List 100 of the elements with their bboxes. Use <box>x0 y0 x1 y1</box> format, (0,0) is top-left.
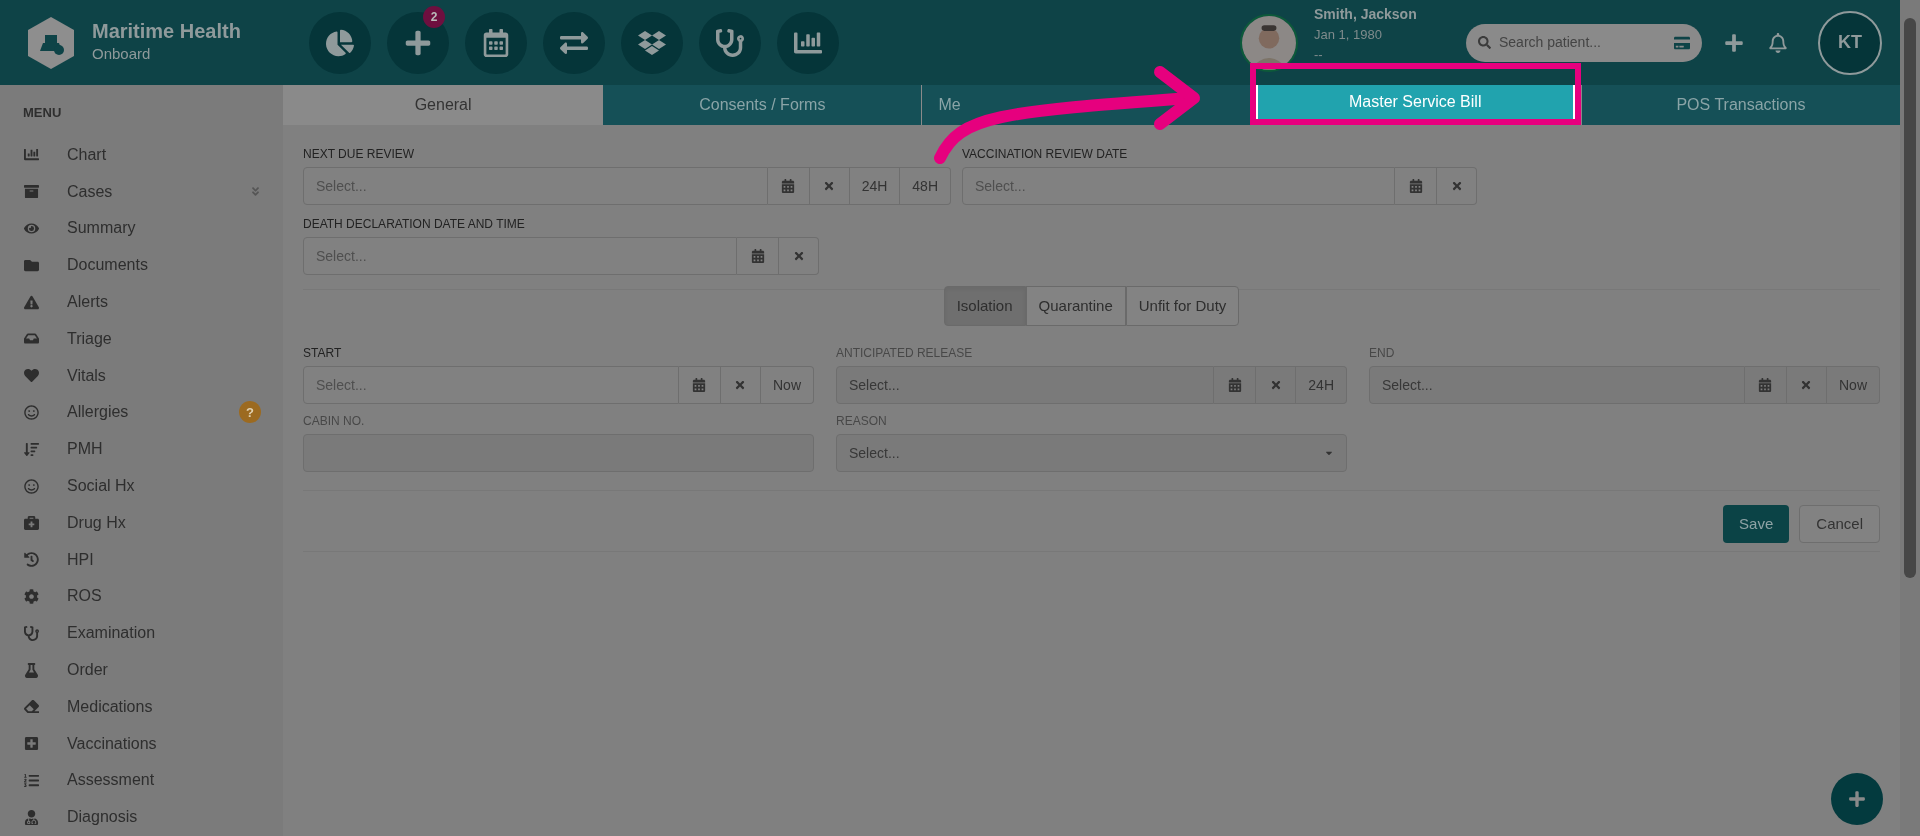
calendar-icon <box>1408 179 1423 193</box>
scrollbar[interactable] <box>1900 0 1920 836</box>
sidebar-item[interactable]: PMH <box>0 430 283 468</box>
smile-icon <box>24 478 39 494</box>
sidebar-item-label: Summary <box>67 218 137 239</box>
menu-title: MENU <box>23 104 63 122</box>
sidebar-item[interactable]: Vaccinations <box>0 725 283 763</box>
clear-button[interactable] <box>1256 366 1297 404</box>
card-icon <box>1674 34 1690 51</box>
sidebar-item-label: Vaccinations <box>67 733 158 754</box>
sidebar-item[interactable]: Drug Hx <box>0 504 283 542</box>
medical-kit-icon <box>24 515 39 531</box>
calendar-button[interactable] <box>1745 366 1787 404</box>
sidebar-item[interactable]: Chart <box>0 136 283 174</box>
app-subtitle: Onboard <box>92 44 152 65</box>
sidebar-item[interactable]: Allergies ? <box>0 394 283 431</box>
sidebar-item[interactable]: Alerts <box>0 283 283 321</box>
sidebar-item[interactable]: HPI <box>0 541 283 579</box>
calendar-button[interactable] <box>767 167 810 205</box>
sidebar-item-label: Alerts <box>67 292 109 313</box>
sidebar-item-label: Vitals <box>67 365 107 386</box>
sidebar-item[interactable]: Examination <box>0 614 283 652</box>
field-label: END <box>1369 345 1396 362</box>
quick-time-button[interactable]: 24H <box>849 167 901 205</box>
clear-button[interactable] <box>1787 366 1827 404</box>
calendar-icon <box>750 249 765 263</box>
notification-badge: 2 <box>423 5 445 28</box>
calendar-icon <box>482 28 510 57</box>
sidebar-item-label: HPI <box>67 549 95 570</box>
save-button[interactable]: Save <box>1723 505 1790 543</box>
sidebar-item-label: Chart <box>67 144 108 165</box>
sidebar-item-label: Order <box>67 660 109 681</box>
stethoscope-icon <box>716 28 744 57</box>
help-badge: ? <box>239 401 261 424</box>
calendar-icon <box>1227 378 1242 392</box>
sidebar-item[interactable]: Assessment <box>0 762 283 799</box>
expand-icon[interactable] <box>250 186 261 198</box>
close-icon <box>1800 379 1813 391</box>
sidebar-item-label: Cases <box>67 181 114 202</box>
calendar-icon <box>1758 378 1773 392</box>
search-input[interactable]: Search patient... <box>1499 32 1666 53</box>
boxes-icon <box>638 28 666 57</box>
close-icon <box>792 250 805 262</box>
sidebar-item[interactable]: Order <box>0 651 283 689</box>
sidebar-item-label: Allergies <box>67 402 130 423</box>
tab[interactable]: Master Service Bill <box>1255 85 1575 119</box>
close-icon <box>1450 180 1463 192</box>
stethoscope-icon <box>24 625 39 641</box>
calendar-button[interactable] <box>1395 167 1437 205</box>
patient-detail: -- <box>1314 45 1324 64</box>
calendar-button[interactable] <box>1214 366 1257 404</box>
field-label: START <box>303 345 343 362</box>
sidebar-item-label: Assessment <box>67 770 156 791</box>
smile-icon <box>24 404 39 420</box>
sidebar-item-label: PMH <box>67 439 104 460</box>
sidebar-item[interactable]: Documents <box>0 246 283 284</box>
flask-icon <box>24 662 39 678</box>
sidebar-item-label: Documents <box>67 255 149 276</box>
sidebar-item[interactable]: Vitals <box>0 357 283 395</box>
clear-button[interactable] <box>779 237 819 275</box>
add-icon[interactable] <box>1724 32 1744 53</box>
quick-time-button[interactable]: 48H <box>900 167 951 205</box>
sidebar-item[interactable]: Diagnosis <box>0 798 283 836</box>
history-icon <box>24 552 39 568</box>
sidebar-item[interactable]: ROS <box>0 578 283 615</box>
gear-icon <box>24 588 39 604</box>
tab[interactable]: General <box>283 85 603 125</box>
patient-dob: Jan 1, 1980 <box>1314 26 1383 44</box>
doctor-icon <box>24 809 39 825</box>
cancel-button[interactable]: Cancel <box>1799 505 1880 543</box>
calendar-button[interactable] <box>737 237 779 275</box>
bell-icon[interactable] <box>1768 32 1788 53</box>
sidebar-item[interactable]: Cases <box>0 173 283 211</box>
sidebar-item[interactable]: Summary <box>0 210 283 247</box>
calendar-icon <box>692 378 707 392</box>
field-label: DEATH DECLARATION DATE AND TIME <box>303 216 526 233</box>
clear-button[interactable] <box>721 366 761 404</box>
sidebar-item[interactable]: Social Hx <box>0 467 283 505</box>
search-field[interactable]: Search patient... <box>1466 23 1702 62</box>
close-icon <box>734 379 747 391</box>
eye-icon <box>24 221 39 236</box>
ship-logo-icon <box>26 14 76 71</box>
sidebar-item-label: Diagnosis <box>67 807 139 828</box>
inbox-icon <box>24 331 39 347</box>
status-toggle[interactable]: Unfit for Duty <box>1125 286 1240 326</box>
clear-button[interactable] <box>1437 167 1477 205</box>
sidebar-item[interactable]: Triage <box>0 320 283 358</box>
pie-chart-icon <box>326 28 354 57</box>
status-toggle[interactable]: Quarantine <box>1025 286 1126 326</box>
user-avatar[interactable]: KT <box>1818 10 1882 75</box>
sidebar-item[interactable]: Medications <box>0 688 283 726</box>
eraser-icon <box>24 699 39 715</box>
quick-time-button[interactable]: Now <box>761 366 814 404</box>
add-fab[interactable] <box>1831 773 1883 825</box>
close-icon <box>1269 379 1282 391</box>
calendar-button[interactable] <box>679 366 721 404</box>
close-icon <box>823 180 836 192</box>
heart-icon <box>24 368 39 384</box>
status-toggle[interactable]: Isolation <box>943 286 1026 326</box>
clear-button[interactable] <box>809 167 850 205</box>
